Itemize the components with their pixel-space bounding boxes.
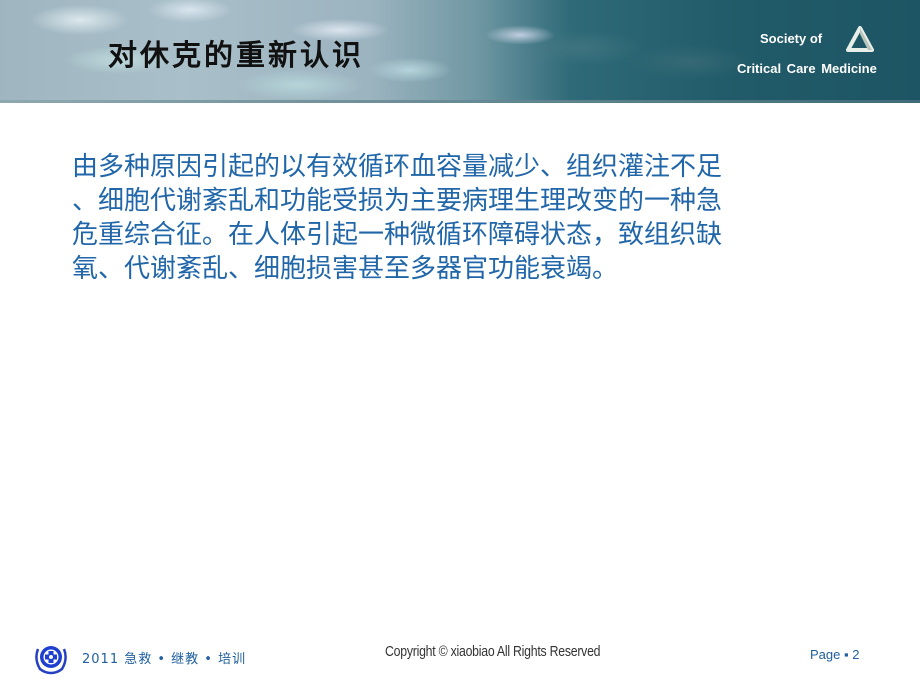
- footer-course-label: 2011 急救 • 继教 • 培训: [82, 652, 247, 667]
- paragraph-line: 危重综合征。在人体引起一种微循环障碍状态，致组织缺: [72, 220, 723, 250]
- definition-paragraph: 由多种原因引起的以有效循环血容量减少、组织灌注不足 、细胞代谢紊乱和功能受损为主…: [72, 150, 852, 286]
- medical-cross-emblem-icon: [35, 646, 67, 675]
- page-number: Page ▪ 2: [810, 647, 860, 662]
- slide-title: 对休克的重新认识: [108, 38, 365, 72]
- paragraph-line: 、细胞代谢紊乱和功能受损为主要病理生理改变的一种急: [72, 186, 723, 216]
- header-banner: 对休克的重新认识 Society of Critical Care Medici…: [0, 0, 920, 103]
- paragraph-line: 由多种原因引起的以有效循环血容量减少、组织灌注不足: [72, 152, 723, 182]
- copyright-notice: Copyright © xiaobiao All Rights Reserved: [385, 643, 601, 660]
- society-name-line2: Critical Care Medicine: [737, 61, 877, 76]
- paragraph-line: 氧、代谢紊乱、细胞损害甚至多器官功能衰竭。: [72, 254, 619, 284]
- triangle-logo-icon: [846, 26, 874, 52]
- society-name-line1: Society of: [760, 31, 823, 46]
